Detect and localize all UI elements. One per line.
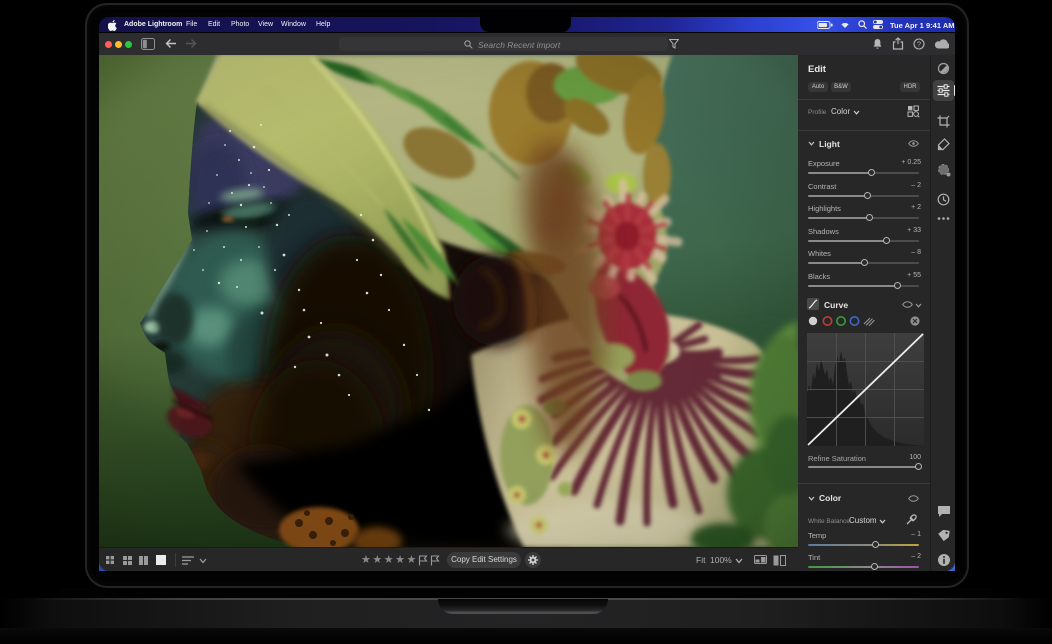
svg-text:?: ? — [917, 40, 921, 49]
